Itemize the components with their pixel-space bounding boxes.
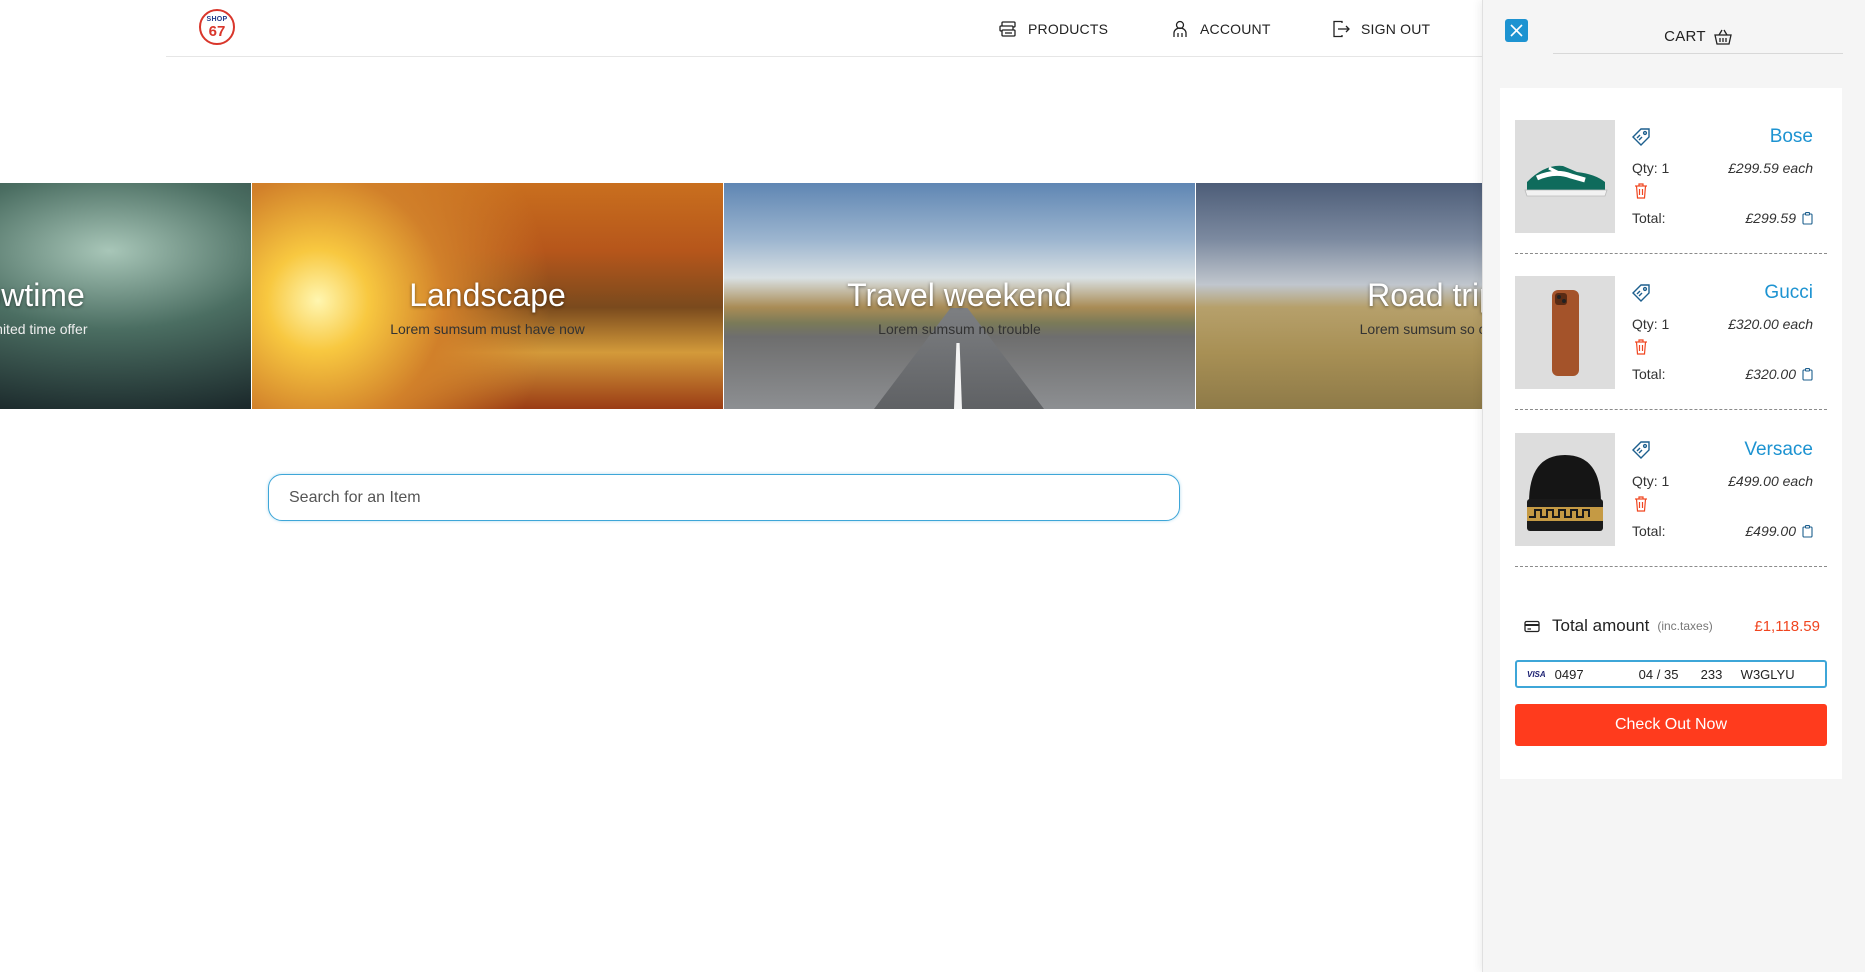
price-tag-icon (1632, 284, 1650, 302)
remove-item-icon[interactable] (1634, 339, 1648, 355)
search-input[interactable] (268, 474, 1180, 521)
sign-out-icon (1333, 20, 1350, 38)
price-tag-icon (1632, 128, 1650, 146)
cart-header: CART (1553, 20, 1843, 54)
banner-slide-landscape[interactable]: Landscape Lorem sumsum must have now (252, 183, 723, 409)
cart-drawer: CART Bose Qty: 1 £299.59 each Total: £29… (1482, 0, 1865, 972)
shop-logo[interactable]: SHOP 67 (199, 9, 235, 45)
slide-subtitle: Lorem sumsum so cool (1359, 321, 1482, 337)
card-number-field[interactable]: 0497 (1555, 667, 1639, 682)
nav-sign-out-label: SIGN OUT (1361, 21, 1431, 37)
product-image-beanie[interactable] (1515, 433, 1615, 546)
logo-line1: SHOP (206, 16, 228, 23)
banner-slide-showtime[interactable]: Showtime Lorem limited time offer (0, 183, 251, 409)
slide-subtitle: Lorem sumsum must have now (390, 321, 585, 337)
clipboard-icon (1802, 524, 1813, 538)
total-amount-value: £1,118.59 (1754, 617, 1820, 635)
clipboard-icon (1802, 367, 1813, 381)
cart-total-row: Total amount (inc.taxes) £1,118.59 (1524, 614, 1820, 638)
basket-icon (1714, 29, 1732, 45)
card-expiry-field[interactable]: 04 / 35 (1639, 667, 1701, 682)
item-unit-price: £499.00 each (1728, 473, 1813, 489)
clipboard-icon (1802, 211, 1813, 225)
item-total-label: Total: (1632, 366, 1666, 382)
item-qty: Qty: 1 (1632, 473, 1670, 489)
visa-icon: VISA (1527, 669, 1546, 679)
cart-item: Bose Qty: 1 £299.59 each Total: £299.59 (1515, 120, 1827, 254)
credit-card-icon (1524, 620, 1540, 632)
user-icon (1173, 20, 1187, 37)
total-amount-label: Total amount (1552, 616, 1650, 635)
beanie-graphic (1527, 455, 1603, 531)
slide-subtitle: Lorem limited time offer (0, 321, 88, 337)
item-brand-link[interactable]: Bose (1770, 126, 1813, 148)
close-icon (1510, 24, 1523, 37)
item-total-value: £299.59 (1745, 210, 1813, 226)
item-total-amount: £499.00 (1745, 523, 1796, 539)
item-total-amount: £299.59 (1745, 210, 1796, 226)
item-total-amount: £320.00 (1745, 366, 1796, 382)
logo-line2: 67 (208, 23, 226, 40)
slide-title: Showtime (0, 277, 85, 313)
cart-item: Gucci Qty: 1 £320.00 each Total: £320.00 (1515, 276, 1827, 410)
item-total-label: Total: (1632, 523, 1666, 539)
cart-title: CART (1664, 28, 1706, 45)
slide-title: Landscape (409, 277, 566, 313)
item-unit-price: £299.59 each (1728, 160, 1813, 176)
slide-title: Travel weekend (847, 277, 1072, 313)
nav-products-label: PRODUCTS (1028, 21, 1109, 37)
item-brand-link[interactable]: Versace (1744, 439, 1813, 461)
nav-products[interactable]: PRODUCTS (998, 19, 1108, 39)
card-details-input[interactable]: VISA 0497 04 / 35 233 W3GLYU (1515, 660, 1827, 688)
product-image-phone-case[interactable] (1515, 276, 1615, 389)
sneaker-graphic (1524, 165, 1608, 197)
item-total-label: Total: (1632, 210, 1666, 226)
cart-card: Bose Qty: 1 £299.59 each Total: £299.59 (1500, 88, 1842, 779)
remove-item-icon[interactable] (1634, 183, 1648, 199)
phone-case-graphic (1552, 290, 1579, 376)
remove-item-icon[interactable] (1634, 496, 1648, 512)
total-tax-note: (inc.taxes) (1657, 619, 1713, 633)
item-total-value: £320.00 (1745, 366, 1813, 382)
price-tag-icon (1632, 441, 1650, 459)
product-image-sneaker[interactable] (1515, 120, 1615, 233)
banner-slide-road-trip[interactable]: Road trip Lorem sumsum so cool (1196, 183, 1482, 409)
slide-subtitle: Lorem sumsum no trouble (878, 321, 1041, 337)
nav-account-label: ACCOUNT (1200, 21, 1271, 37)
top-navbar: SHOP 67 PRODUCTS ACCOUNT SIGN OUT (166, 0, 1482, 57)
products-icon (999, 21, 1016, 37)
cart-item: Versace Qty: 1 £499.00 each Total: £499.… (1515, 433, 1827, 567)
nav-account[interactable]: ACCOUNT (1170, 19, 1271, 39)
item-qty: Qty: 1 (1632, 316, 1670, 332)
close-cart-button[interactable] (1505, 19, 1528, 42)
nav-sign-out[interactable]: SIGN OUT (1331, 19, 1430, 39)
item-brand-link[interactable]: Gucci (1764, 282, 1813, 304)
item-total-value: £499.00 (1745, 523, 1813, 539)
banner-carousel[interactable]: Showtime Lorem limited time offer Landsc… (0, 183, 1482, 409)
slide-title: Road trip (1367, 277, 1482, 313)
item-qty: Qty: 1 (1632, 160, 1670, 176)
checkout-button[interactable]: Check Out Now (1515, 704, 1827, 746)
card-cvc-field[interactable]: 233 (1701, 667, 1741, 682)
banner-slide-travel-weekend[interactable]: Travel weekend Lorem sumsum no trouble (724, 183, 1195, 409)
card-postcode-field[interactable]: W3GLYU (1741, 667, 1795, 682)
item-unit-price: £320.00 each (1728, 316, 1813, 332)
